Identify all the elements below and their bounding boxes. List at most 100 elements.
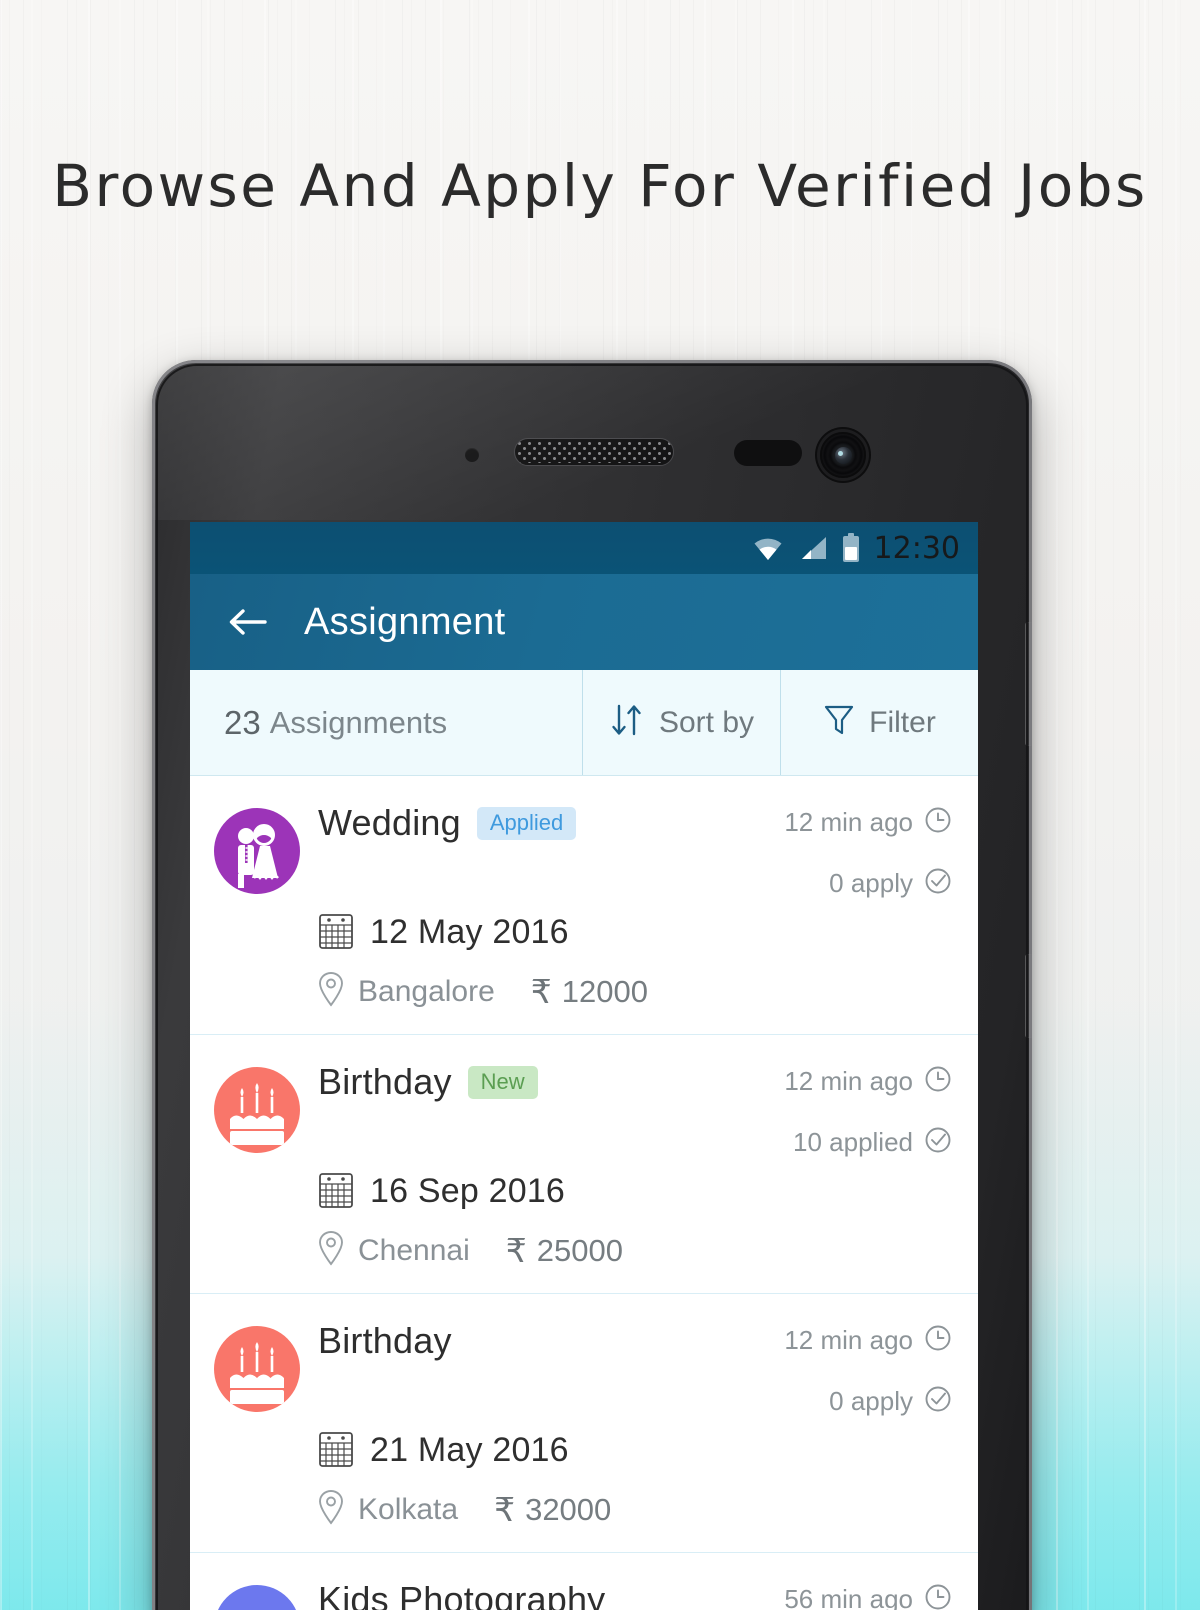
list-item[interactable]: Wedding Applied 12 min ago 0 apply 12 Ma… [190,776,978,1035]
list-item-title: Kids Photography [318,1579,606,1610]
wifi-icon [752,535,784,561]
applies-line: 0 apply [784,1385,952,1418]
time-ago-line: 12 min ago [784,1065,952,1098]
applies-line: 10 applied [784,1126,952,1159]
applies-label: 10 applied [793,1127,913,1157]
amount-label: 25000 [536,1232,623,1268]
wedding-couple-icon [238,824,279,888]
rupee-icon: ₹ [505,1232,527,1269]
list-item-meta: 12 min ago 0 apply [784,802,952,900]
list-item-title-wrap: Birthday [318,1320,784,1362]
kids-photography-icon [214,1585,300,1610]
check-circle-icon [924,1385,952,1418]
calendar-icon [318,910,354,955]
date-label: 12 May 2016 [370,913,569,951]
amount-group: ₹ 32000 [494,1490,611,1529]
assignment-count-label: Assignments [269,704,448,740]
date-label: 21 May 2016 [370,1431,569,1469]
list-item-top: Birthday 12 min ago 0 apply [318,1320,952,1418]
date-line: 12 May 2016 [318,910,952,955]
location-label: Bangalore [358,974,495,1008]
assignment-count-number: 23 [224,703,261,741]
applies-label: 0 apply [829,1386,913,1416]
list-item-body: Birthday New 12 min ago 10 applied 16 Se… [300,1061,952,1271]
app-bar-title: Assignment [304,600,506,643]
birthday-cake-icon [230,1342,284,1404]
phone-mockup: 12:30 Assignment 23 Assignments Sort by … [152,360,1032,1610]
date-line: 21 May 2016 [318,1428,952,1473]
earpiece-speaker [514,438,674,466]
list-item-body: Wedding Applied 12 min ago 0 apply 12 Ma… [300,802,952,1012]
list-item[interactable]: Kids Photography 56 min ago [190,1553,978,1610]
applies-line: 0 apply [784,867,952,900]
front-camera [820,432,866,478]
calendar-icon [318,1428,354,1473]
avatar [214,1326,300,1412]
list-item-title-wrap: Kids Photography [318,1579,784,1610]
funnel-icon [823,703,855,742]
avatar [214,1067,300,1153]
avatar [214,1585,300,1610]
time-ago-label: 12 min ago [784,1325,913,1355]
status-badge: Applied [476,806,577,840]
sort-by-label: Sort by [658,705,755,739]
list-item-body: Birthday 12 min ago 0 apply 21 May 2016 … [300,1320,952,1530]
rupee-icon: ₹ [530,973,552,1010]
assignment-count: 23 Assignments [190,670,582,775]
status-time: 12:30 [873,530,960,566]
amount-label: 32000 [525,1491,612,1527]
back-arrow-icon[interactable] [226,601,268,643]
amount-label: 12000 [561,973,648,1009]
signal-icon [798,535,828,561]
time-ago-label: 56 min ago [784,1584,913,1610]
sort-arrows-icon [609,703,645,742]
date-label: 16 Sep 2016 [370,1172,566,1210]
calendar-icon [318,1169,354,1214]
location-line: Kolkata ₹ 32000 [318,1489,952,1530]
power-button[interactable] [1025,954,1032,1038]
list-item[interactable]: Birthday 12 min ago 0 apply 21 May 2016 … [190,1294,978,1553]
list-item-top: Birthday New 12 min ago 10 applied [318,1061,952,1159]
rupee-icon: ₹ [494,1491,516,1528]
list-item-title: Birthday [318,1320,452,1361]
clock-icon [924,1583,952,1610]
list-item-title: Birthday [318,1061,452,1102]
volume-button[interactable] [1025,622,1032,746]
birthday-cake-icon [230,1083,284,1145]
filter-button[interactable]: Filter [780,670,978,775]
location-label: Chennai [358,1233,470,1267]
clock-icon [924,1324,952,1357]
app-bar: Assignment [190,574,978,670]
location-pin-icon [318,1489,344,1530]
applies-label: 0 apply [829,868,913,898]
time-ago-label: 12 min ago [784,807,913,837]
location-pin-icon [318,971,344,1012]
list-item-meta: 56 min ago [784,1579,952,1610]
list-item-title-wrap: Birthday New [318,1061,784,1103]
camera-lens [834,446,852,464]
page-title: Browse And Apply For Verified Jobs [52,152,1148,220]
clock-icon [924,1065,952,1098]
filter-label: Filter [869,705,936,739]
sort-by-button[interactable]: Sort by [582,670,780,775]
avatar [214,808,300,894]
time-ago-label: 12 min ago [784,1066,913,1096]
list-item-title-wrap: Wedding Applied [318,802,784,844]
time-ago-line: 12 min ago [784,806,952,839]
phone-screen: 12:30 Assignment 23 Assignments Sort by … [190,522,978,1610]
list-item-meta: 12 min ago 10 applied [784,1061,952,1159]
time-ago-line: 12 min ago [784,1324,952,1357]
battery-icon [842,533,860,563]
list-item-top: Wedding Applied 12 min ago 0 apply [318,802,952,900]
clock-icon [924,806,952,839]
status-bar: 12:30 [190,522,978,574]
sensor-dot [465,448,479,462]
camera-glint [838,451,843,456]
list-item-top: Kids Photography 56 min ago [318,1579,952,1610]
location-line: Chennai ₹ 25000 [318,1230,952,1271]
list-item-body: Kids Photography 56 min ago [300,1579,952,1610]
list-item[interactable]: Birthday New 12 min ago 10 applied 16 Se… [190,1035,978,1294]
check-circle-icon [924,1126,952,1159]
earpiece-mesh [517,441,671,463]
list-item-meta: 12 min ago 0 apply [784,1320,952,1418]
